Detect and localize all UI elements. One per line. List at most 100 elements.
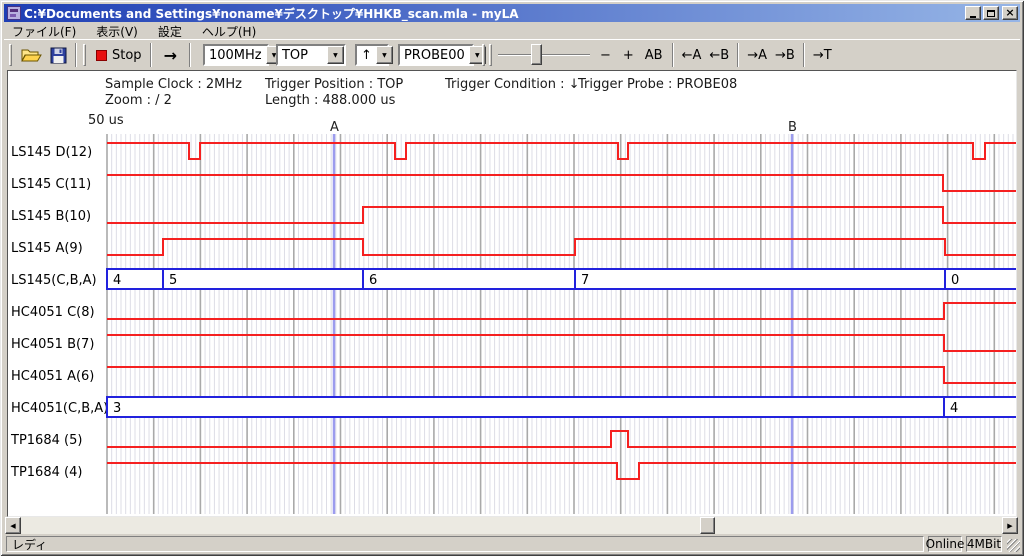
toolbar-grip[interactable] (489, 44, 492, 66)
scrollbar-thumb[interactable] (700, 517, 715, 534)
channel-label: HC4051(C,B,A) (11, 401, 108, 416)
scroll-right-icon: ▶ (1007, 522, 1012, 530)
digital-trace (107, 143, 1016, 159)
channel-label: LS145 B(10) (11, 209, 91, 224)
minimize-button[interactable] (965, 6, 981, 20)
toolbar: Stop → 100MHz ▼ TOP ▼ ↑ ▼ PROBE00 ▼ − + (4, 39, 1020, 70)
stop-label: Stop (112, 48, 142, 63)
trigger-position-value: TOP (278, 48, 327, 63)
close-icon: × (1005, 8, 1014, 18)
bus-value: 7 (581, 273, 589, 288)
toolbar-grip[interactable] (9, 44, 12, 66)
status-message: レディ (6, 536, 924, 552)
sample-rate-dropdown[interactable]: 100MHz ▼ (203, 44, 269, 66)
goto-marker-a-button[interactable]: ←A (678, 43, 706, 67)
marker-a-label: A (330, 120, 339, 135)
toolbar-grip[interactable] (482, 44, 485, 66)
window-title: C:¥Documents and Settings¥noname¥デスクトップ¥… (24, 5, 963, 22)
minimize-icon (970, 16, 976, 18)
scroll-right-button[interactable]: ▶ (1002, 517, 1018, 534)
zoom-slider[interactable] (498, 43, 590, 67)
channel-label: TP1684 (5) (10, 433, 82, 448)
menu-help[interactable]: ヘルプ(H) (195, 22, 263, 41)
menubar: ファイル(F) 表示(V) 設定 ヘルプ(H) (4, 23, 1020, 39)
stop-button[interactable]: Stop (92, 43, 146, 67)
set-marker-a-button[interactable]: →A (743, 43, 771, 67)
probe-dropdown[interactable]: PROBE00 ▼ (398, 44, 474, 66)
goto-marker-b-button[interactable]: ←B (705, 43, 733, 67)
status-ready-text: レディ (12, 536, 47, 553)
waveform-canvas: ABLS145 D(12)LS145 C(11)LS145 B(10)LS145… (8, 71, 1016, 516)
channel-label: LS145 A(9) (11, 241, 83, 256)
digital-trace (107, 175, 1016, 191)
bus-segment (575, 269, 945, 289)
stop-icon (96, 50, 107, 61)
probe-value: PROBE00 (400, 48, 469, 63)
channel-label: TP1684 (4) (10, 465, 82, 480)
goto-trigger-button[interactable]: →T (809, 43, 836, 67)
bus-value: 6 (369, 273, 377, 288)
save-button[interactable] (46, 43, 71, 67)
toolbar-separator (737, 43, 739, 67)
menu-settings[interactable]: 設定 (151, 22, 189, 41)
digital-trace (107, 239, 1016, 255)
trigger-position-dropdown[interactable]: TOP ▼ (276, 44, 346, 66)
open-folder-icon (21, 47, 42, 64)
bus-value: 3 (113, 401, 121, 416)
digital-trace (107, 431, 1016, 447)
bus-value: 0 (951, 273, 959, 288)
zoom-in-button[interactable]: + (617, 43, 640, 67)
toolbar-grip[interactable] (83, 44, 86, 66)
channel-label: HC4051 C(8) (11, 305, 95, 320)
scroll-left-icon: ◀ (10, 522, 15, 530)
channel-label: LS145 C(11) (11, 177, 91, 192)
marker-b-label: B (788, 120, 797, 135)
waveform-view: Sample Clock : 2MHz Trigger Position : T… (7, 70, 1017, 517)
menu-file[interactable]: ファイル(F) (5, 22, 83, 41)
digital-trace (107, 367, 1016, 383)
zoom-slider-track (498, 54, 590, 56)
bus-value: 4 (950, 401, 958, 416)
channel-label: HC4051 B(7) (11, 337, 94, 352)
dropdown-arrow-icon[interactable]: ▼ (376, 46, 393, 64)
app-window: C:¥Documents and Settings¥noname¥デスクトップ¥… (0, 0, 1024, 556)
set-marker-b-button[interactable]: →B (771, 43, 799, 67)
run-arrow-icon: → (164, 46, 177, 65)
sample-rate-value: 100MHz (205, 48, 266, 63)
run-button[interactable]: → (156, 43, 185, 67)
bus-segment (363, 269, 575, 289)
scroll-left-button[interactable]: ◀ (5, 517, 21, 534)
resize-grip-icon[interactable] (1007, 539, 1020, 552)
save-floppy-icon (50, 47, 67, 64)
zoom-ab-button[interactable]: AB (640, 43, 668, 67)
channel-label: HC4051 A(6) (11, 369, 94, 384)
bus-value: 4 (113, 273, 121, 288)
toolbar-separator (150, 43, 152, 67)
trigger-edge-dropdown[interactable]: ↑ ▼ (355, 44, 389, 66)
memory-text: 4MBit (967, 537, 1001, 551)
bus-value: 5 (169, 273, 177, 288)
digital-trace (107, 207, 1016, 223)
bus-segment (107, 397, 944, 417)
online-text: Online (926, 537, 965, 551)
maximize-button[interactable] (983, 6, 999, 20)
bus-segment (163, 269, 363, 289)
maximize-icon (987, 10, 995, 17)
dropdown-arrow-icon[interactable]: ▼ (327, 46, 344, 64)
zoom-slider-thumb[interactable] (531, 44, 542, 65)
toolbar-separator (189, 43, 191, 67)
statusbar: レディ Online 4MBit (4, 536, 1020, 553)
horizontal-scrollbar[interactable]: ◀ ▶ (5, 517, 1018, 534)
zoom-out-button[interactable]: − (594, 43, 617, 67)
toolbar-separator (672, 43, 674, 67)
trigger-edge-value: ↑ (357, 48, 376, 63)
menu-view[interactable]: 表示(V) (89, 22, 145, 41)
titlebar[interactable]: C:¥Documents and Settings¥noname¥デスクトップ¥… (4, 4, 1020, 22)
status-memory-badge: 4MBit (966, 536, 1002, 552)
toolbar-separator (75, 43, 77, 67)
app-icon (7, 6, 21, 20)
digital-trace (107, 303, 1016, 319)
status-online-badge: Online (928, 536, 962, 552)
close-button[interactable]: × (1002, 6, 1018, 20)
open-file-button[interactable] (17, 43, 46, 67)
